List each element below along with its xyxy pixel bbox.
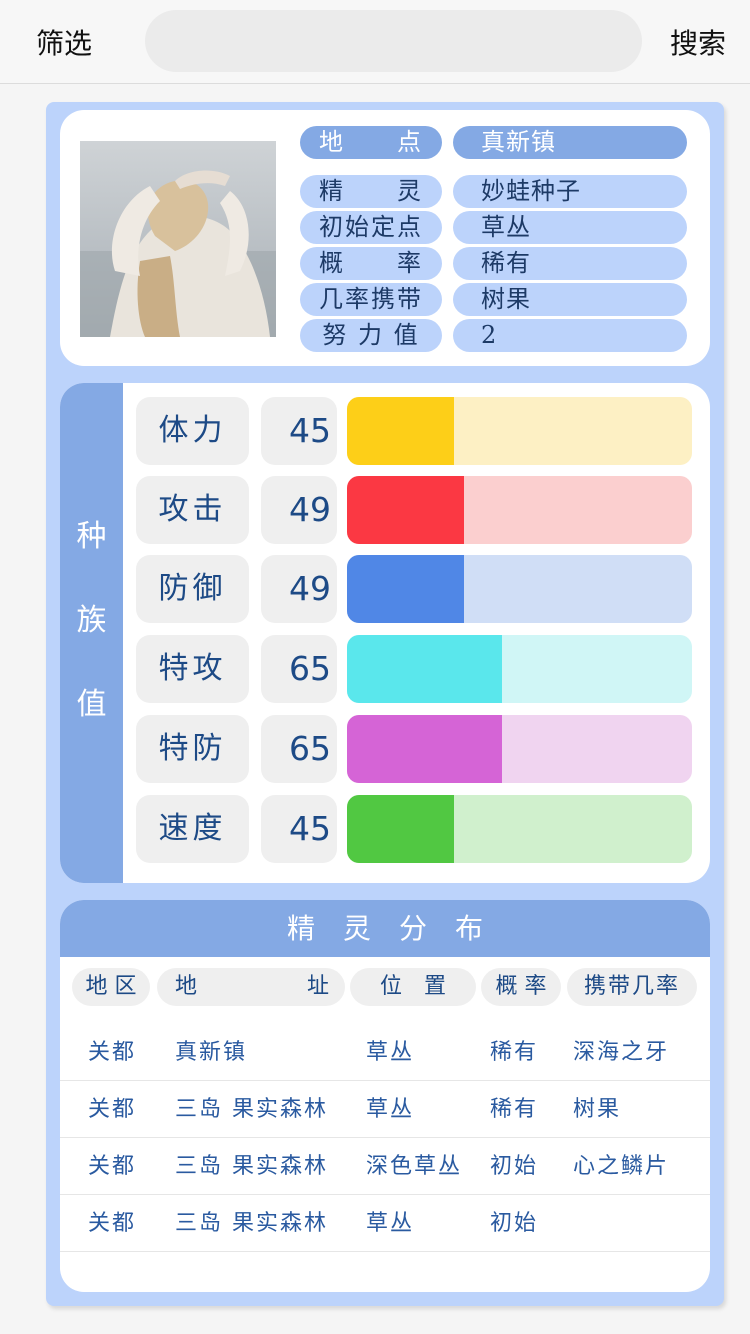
- cell-carry: 深海之牙: [573, 1040, 670, 1065]
- cell-address: 三岛 果实森林: [175, 1097, 328, 1122]
- base-stats-title-char: 值: [76, 687, 107, 722]
- stat-bar-fill: [347, 397, 455, 465]
- info-value-rate: 稀有: [453, 247, 687, 280]
- pokemon-photo: [80, 141, 276, 337]
- stat-bar-sp-defense: [347, 715, 692, 783]
- info-value-held-item: 树果: [453, 283, 687, 316]
- location-label: 地 点: [300, 126, 442, 159]
- cell-address: 三岛 果实森林: [175, 1211, 328, 1236]
- info-label-initial-spot: 初始定点: [300, 211, 442, 244]
- stat-bar-fill: [347, 635, 502, 703]
- stat-bar-fill: [347, 795, 455, 863]
- column-header-rate: 概 率: [481, 968, 561, 1006]
- base-stats-title-char: 族: [76, 603, 107, 638]
- column-header-address-left: 地: [175, 974, 198, 999]
- stat-bar-fill: [347, 715, 502, 783]
- top-bar: 筛选 搜索: [0, 0, 750, 84]
- column-header-carry: 携带几率: [567, 968, 697, 1006]
- stat-value-attack: 49: [261, 476, 337, 544]
- column-header-address: 地 址: [157, 968, 345, 1006]
- stat-bar-fill: [347, 476, 464, 544]
- stat-value-speed: 45: [261, 795, 337, 863]
- info-label-pokemon: 精 灵: [300, 175, 442, 208]
- base-stats-sidebar: 种 族 值: [60, 383, 123, 883]
- stat-name-speed: 速度: [136, 795, 249, 863]
- table-row[interactable]: 关都 三岛 果实森林 深色草丛 初始 心之鳞片: [60, 1138, 710, 1195]
- filter-button[interactable]: 筛选: [36, 22, 92, 62]
- info-value-effort-value: 2: [453, 319, 687, 352]
- info-label-rate: 概 率: [300, 247, 442, 280]
- cell-position: 草丛: [366, 1040, 415, 1065]
- stat-bar-sp-attack: [347, 635, 692, 703]
- stat-value-defense: 49: [261, 555, 337, 623]
- cell-position: 草丛: [366, 1211, 415, 1236]
- cell-address: 真新镇: [175, 1040, 248, 1065]
- cell-rate: 初始: [490, 1154, 539, 1179]
- stat-bar-hp: [347, 397, 692, 465]
- search-input[interactable]: [145, 10, 642, 72]
- cell-carry: 树果: [573, 1097, 622, 1122]
- cell-rate: 稀有: [490, 1097, 539, 1122]
- cell-region: 关都: [88, 1154, 137, 1179]
- cell-carry: 心之鳞片: [573, 1154, 670, 1179]
- info-value-pokemon: 妙蛙种子: [453, 175, 687, 208]
- info-value-initial-spot: 草丛: [453, 211, 687, 244]
- info-label-held-item: 几率携带: [300, 283, 442, 316]
- distribution-title: 精灵分布: [60, 900, 710, 957]
- stat-bar-attack: [347, 476, 692, 544]
- stat-value-hp: 45: [261, 397, 337, 465]
- stat-bar-fill: [347, 555, 464, 623]
- cell-position: 草丛: [366, 1097, 415, 1122]
- search-button[interactable]: 搜索: [670, 22, 726, 62]
- stat-value-sp-attack: 65: [261, 635, 337, 703]
- column-header-position: 位 置: [350, 968, 476, 1006]
- table-row[interactable]: 关都 真新镇 草丛 稀有 深海之牙: [60, 1024, 710, 1081]
- location-value: 真新镇: [453, 126, 687, 159]
- base-stats-title-char: 种: [76, 519, 107, 554]
- stat-name-attack: 攻击: [136, 476, 249, 544]
- table-row[interactable]: 关都 三岛 果实森林 草丛 初始: [60, 1195, 710, 1252]
- stat-bar-speed: [347, 795, 692, 863]
- table-row[interactable]: 关都 三岛 果实森林 草丛 稀有 树果: [60, 1081, 710, 1138]
- column-header-address-right: 址: [306, 974, 329, 999]
- stat-name-sp-attack: 特攻: [136, 635, 249, 703]
- cell-address: 三岛 果实森林: [175, 1154, 328, 1179]
- stat-name-sp-defense: 特防: [136, 715, 249, 783]
- cell-rate: 稀有: [490, 1040, 539, 1065]
- stat-value-sp-defense: 65: [261, 715, 337, 783]
- cell-region: 关都: [88, 1211, 137, 1236]
- stat-name-defense: 防御: [136, 555, 249, 623]
- cell-rate: 初始: [490, 1211, 539, 1236]
- cell-region: 关都: [88, 1040, 137, 1065]
- stat-bar-defense: [347, 555, 692, 623]
- info-label-effort-value: 努 力 值: [300, 319, 442, 352]
- cell-region: 关都: [88, 1097, 137, 1122]
- column-header-region: 地 区: [72, 968, 150, 1006]
- cell-position: 深色草丛: [366, 1154, 463, 1179]
- stat-name-hp: 体力: [136, 397, 249, 465]
